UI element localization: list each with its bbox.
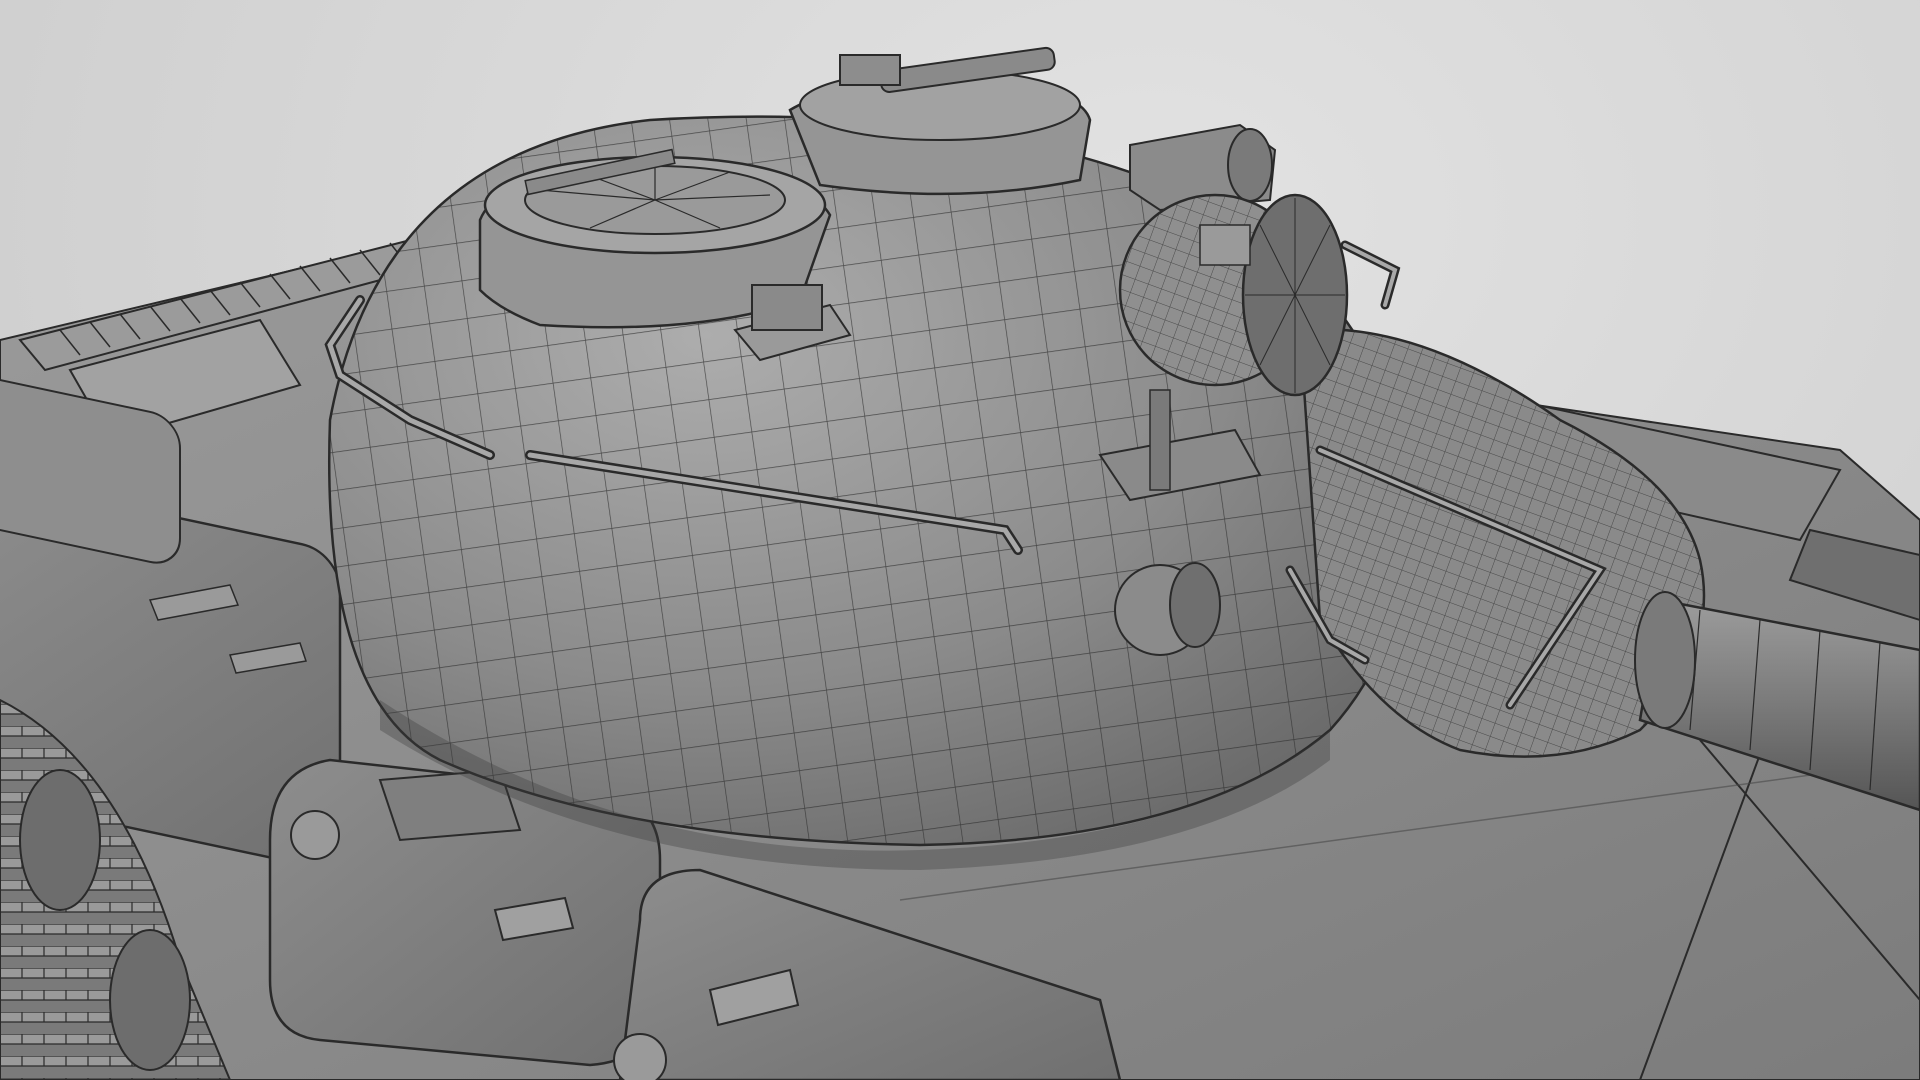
small-lamp: [1114, 562, 1221, 656]
loader-hatch: [788, 46, 1092, 196]
3d-viewport[interactable]: [0, 0, 1920, 1080]
model-render: [0, 46, 1920, 1080]
